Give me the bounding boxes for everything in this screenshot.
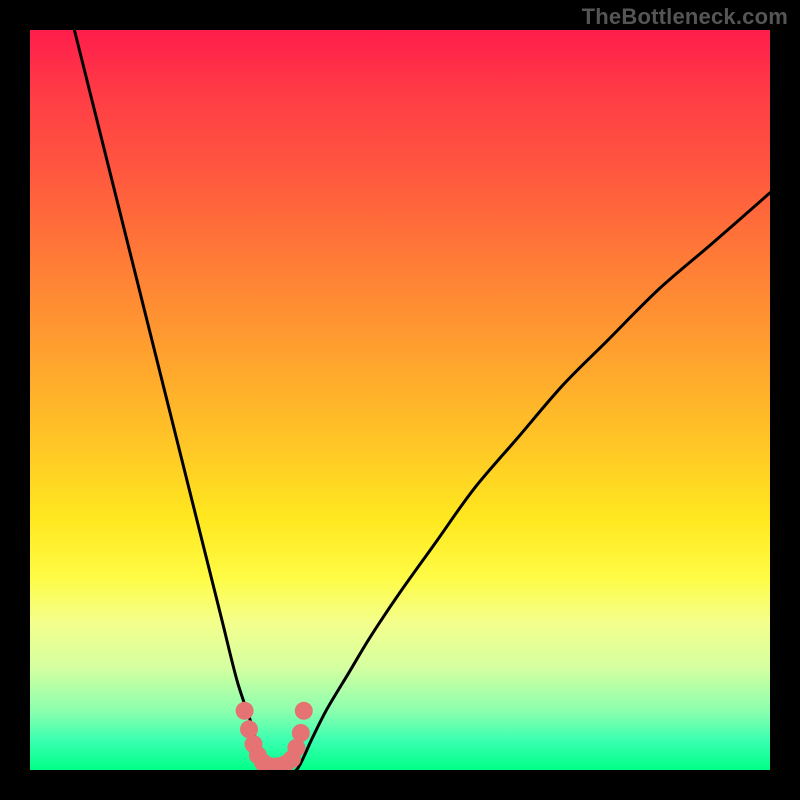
optimal-marker <box>292 724 310 742</box>
chart-svg <box>30 30 770 770</box>
optimal-marker <box>295 702 313 720</box>
chart-frame: TheBottleneck.com <box>0 0 800 800</box>
optimal-marker <box>236 702 254 720</box>
bottleneck-curve <box>74 30 770 770</box>
v-curve-path <box>74 30 770 770</box>
watermark-text: TheBottleneck.com <box>582 4 788 30</box>
plot-area <box>30 30 770 770</box>
